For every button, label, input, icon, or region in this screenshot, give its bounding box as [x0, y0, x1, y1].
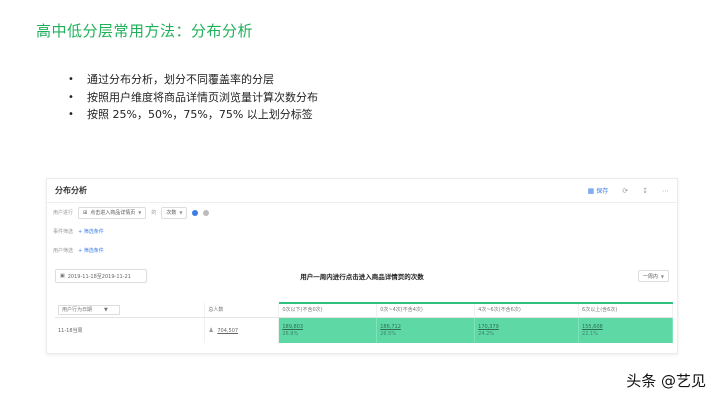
event-select[interactable]: ⊞ 点击进入商品详情页 ▼ [78, 206, 147, 219]
event-filter-row: 事件筛选 + 筛选条件 [47, 222, 677, 241]
header-accent-bar [279, 302, 673, 304]
bucket-pct: 24.2% [478, 330, 495, 337]
event-filter-label: 事件筛选 [53, 229, 74, 235]
group-header: 用户行为日期 ▼ [55, 303, 206, 318]
metric-select[interactable]: 次数 ▼ [161, 206, 188, 219]
help-icon[interactable] [203, 209, 210, 216]
user-behavior-label: 用户进行 [53, 210, 74, 216]
save-icon: ▦ [587, 186, 595, 195]
user-icon: ♟ [208, 326, 214, 334]
bucket-pct: 26.9% [282, 330, 299, 337]
panel-tools: ▦ 保存 ⟳ ↧ ⋯ [587, 186, 669, 196]
date-range-picker[interactable]: ▣ 2019-11-18至2019-11-21 [55, 269, 147, 283]
panel-title: 分布分析 [55, 186, 87, 195]
calendar-icon: ▣ [60, 273, 65, 279]
bucket-cell[interactable]: 155,608 22.1% [578, 317, 673, 343]
chevron-down-icon: ▼ [138, 210, 142, 215]
watermark: 头条 @艺见 [626, 372, 706, 390]
more-icon[interactable]: ⋯ [662, 187, 669, 195]
save-label: 保存 [596, 188, 609, 195]
bucket-pct: 26.5% [380, 330, 397, 337]
row-label: 11-18当周 [55, 317, 206, 343]
bucket-cell[interactable]: 189,803 26.9% [278, 317, 378, 343]
bucket-cell[interactable]: 170,379 24.2% [474, 317, 580, 343]
of-label: 的 [151, 210, 157, 216]
bucket-header: 6次以上(含6次) [578, 303, 673, 318]
event-select-value: 点击进入商品详情页 [90, 210, 136, 216]
period-select-value: 一周内 [642, 273, 658, 280]
bullet-item: 通过分布分析，划分不同覆盖率的分层 [68, 71, 318, 89]
date-range-value: 2019-11-18至2019-11-21 [67, 273, 131, 280]
table-header-row: 用户行为日期 ▼ 总人数 0次以下(不含0次) 0次~4次(不含4次) 4次~6… [55, 303, 673, 318]
bucket-count: 189,803 [282, 323, 304, 330]
refresh-icon[interactable]: ⟳ [622, 187, 628, 195]
metric-select-value: 次数 [166, 210, 177, 216]
save-button[interactable]: ▦ 保存 [587, 186, 609, 196]
chevron-down-icon: ▼ [660, 273, 664, 279]
bucket-header: 0次~4次(不含4次) [376, 303, 476, 318]
slide-title: 高中低分层常用方法：分布分析 [36, 22, 254, 40]
total-header: 总人数 [204, 303, 280, 318]
bucket-header: 0次以下(不含0次) [278, 303, 378, 318]
panel-header: 分布分析 ▦ 保存 ⟳ ↧ ⋯ [47, 179, 677, 203]
group-select-value: 用户行为日期 [62, 307, 93, 314]
user-filter-label: 用户筛选 [53, 248, 74, 254]
bullet-list: 通过分布分析，划分不同覆盖率的分层 按照用户维度将商品详情页浏览量计算次数分布 … [68, 71, 318, 124]
bucket-count: 155,608 [582, 323, 603, 330]
row-total-value[interactable]: 704,507 [217, 328, 238, 334]
settings-icon[interactable] [192, 209, 199, 216]
distribution-analysis-panel: 分布分析 ▦ 保存 ⟳ ↧ ⋯ 用户进行 ⊞ 点击进入商品详情页 ▼ 的 次数 … [46, 178, 678, 354]
bucket-header: 4次~6次(不含6次) [474, 303, 580, 318]
download-icon[interactable]: ↧ [642, 187, 648, 195]
bullet-item: 按照用户维度将商品详情页浏览量计算次数分布 [68, 89, 318, 107]
add-user-filter-button[interactable]: + 筛选条件 [78, 247, 104, 254]
chevron-down-icon: ▼ [179, 210, 183, 215]
bullet-item: 按照 25%，50%，75%，75% 以上划分标签 [68, 106, 318, 124]
row-total: ♟ 704,507 [204, 317, 280, 343]
grid-icon: ⊞ [83, 209, 88, 216]
distribution-table: 用户行为日期 ▼ 总人数 0次以下(不含0次) 0次~4次(不含4次) 4次~6… [55, 303, 673, 343]
chart-toolbar: ▣ 2019-11-18至2019-11-21 用户一周内进行点击进入商品详情页… [47, 263, 677, 289]
bucket-count: 186,712 [380, 323, 401, 330]
table-row: 11-18当周 ♟ 704,507 189,803 26.9% 186,712 … [55, 317, 673, 343]
user-behavior-row: 用户进行 ⊞ 点击进入商品详情页 ▼ 的 次数 ▼ [47, 203, 677, 222]
period-select[interactable]: 一周内 ▼ [637, 270, 669, 282]
chevron-down-icon: ▼ [104, 306, 108, 313]
bucket-count: 170,379 [478, 323, 499, 330]
bucket-pct: 22.1% [582, 330, 598, 337]
user-filter-row: 用户筛选 + 筛选条件 [47, 241, 677, 260]
bucket-cell[interactable]: 186,712 26.5% [376, 317, 476, 343]
group-select[interactable]: 用户行为日期 ▼ [58, 304, 120, 315]
add-event-filter-button[interactable]: + 筛选条件 [78, 228, 104, 235]
